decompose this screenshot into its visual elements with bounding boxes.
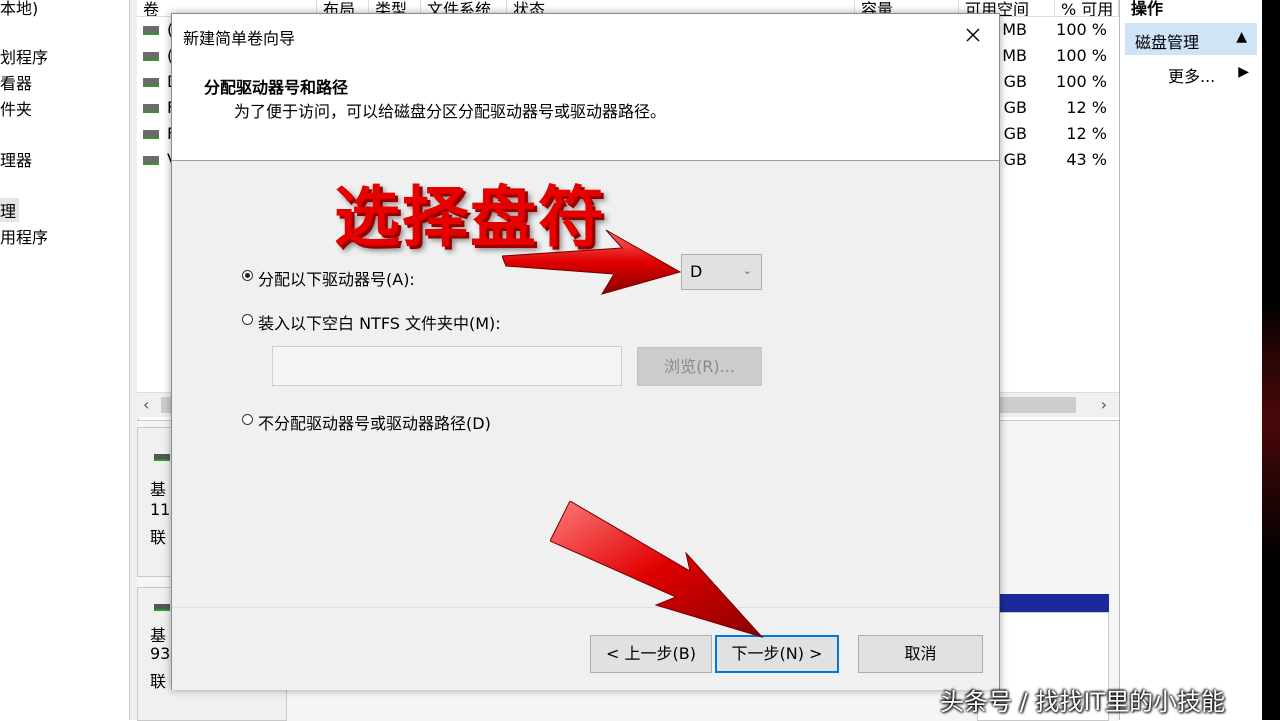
disk-0-size: 11 — [150, 500, 171, 519]
volume-free: MB — [1002, 20, 1027, 39]
drive-icon — [143, 104, 159, 113]
option-mount-folder-label: 装入以下空白 NTFS 文件夹中(M): — [258, 314, 501, 333]
actions-section-label: 磁盘管理 — [1135, 33, 1200, 52]
radio-mount-folder[interactable] — [242, 314, 253, 325]
nav-item-shared-folders[interactable]: 件夹 — [0, 96, 32, 120]
actions-section-disk-management[interactable]: 磁盘管理 ▲ — [1125, 23, 1257, 55]
nav-item-event-viewer[interactable]: 看器 — [0, 70, 32, 94]
drive-icon — [143, 52, 159, 61]
scroll-right-icon[interactable]: › — [1101, 395, 1107, 414]
background-strip — [1262, 0, 1280, 720]
disk-1-status: 联 — [150, 672, 167, 691]
drive-letter-value: D — [690, 262, 703, 281]
disk-0-type: 基 — [150, 480, 167, 499]
disk-0-status: 联 — [150, 528, 167, 547]
close-button[interactable] — [953, 18, 993, 54]
volume-pct: 100 % — [1056, 20, 1107, 39]
nav-item-disk-management[interactable]: 理 — [0, 198, 20, 222]
submenu-arrow-icon[interactable]: ▶ — [1238, 64, 1249, 80]
navigation-pane: 本地) 划程序 看器 件夹 理器 理 用程序 — [0, 0, 130, 720]
folder-path-input[interactable] — [272, 346, 622, 386]
drive-icon — [143, 78, 159, 87]
option-assign-letter-label: 分配以下驱动器号(A): — [258, 270, 415, 289]
wizard-step-description: 为了便于访问，可以给磁盘分区分配驱动器号或驱动器路径。 — [234, 102, 667, 121]
browse-button[interactable]: 浏览(R)... — [637, 347, 762, 386]
volume-pct: 100 % — [1056, 46, 1107, 65]
radio-no-letter[interactable] — [242, 414, 253, 425]
dialog-titlebar[interactable]: 新建简单卷向导 — [172, 14, 999, 58]
nav-item-local[interactable]: 本地) — [0, 0, 38, 19]
wizard-header: 分配驱动器号和路径 为了便于访问，可以给磁盘分区分配驱动器号或驱动器路径。 — [172, 58, 999, 161]
volume-free: MB — [1002, 46, 1027, 65]
more-actions-link[interactable]: 更多... — [1168, 63, 1215, 87]
watermark-text: 头条号 / 找找IT里的小技能 — [940, 688, 1226, 716]
nav-item-services-apps[interactable]: 用程序 — [0, 224, 48, 248]
annotation-arrow-icon — [502, 229, 682, 295]
close-icon — [966, 28, 980, 42]
dialog-title: 新建简单卷向导 — [183, 29, 296, 48]
drive-icon — [143, 156, 159, 165]
volume-pct: 43 % — [1066, 150, 1107, 169]
cancel-button[interactable]: 取消 — [858, 635, 983, 673]
actions-pane: 操作 磁盘管理 ▲ 更多... ▶ — [1119, 0, 1263, 720]
option-no-letter-label: 不分配驱动器号或驱动器路径(D) — [258, 414, 491, 433]
volume-pct: 100 % — [1056, 72, 1107, 91]
volume-free: GB — [1003, 124, 1027, 143]
wizard-step-title: 分配驱动器号和路径 — [204, 78, 349, 97]
disk-1-type: 基 — [150, 626, 167, 645]
annotation-arrow-icon — [550, 501, 764, 638]
col-percent-free[interactable]: % 可用 — [1055, 0, 1119, 16]
volume-pct: 12 % — [1066, 98, 1107, 117]
disk-1-size: 93 — [150, 644, 171, 663]
drive-icon — [143, 26, 159, 35]
nav-item-device-manager[interactable]: 理器 — [0, 147, 32, 171]
chevron-down-icon: ⌄ — [742, 264, 752, 277]
nav-item-task-scheduler[interactable]: 划程序 — [0, 44, 48, 68]
new-simple-volume-wizard: 新建简单卷向导 分配驱动器号和路径 为了便于访问，可以给磁盘分区分配驱动器号或驱… — [171, 13, 1000, 690]
actions-title: 操作 — [1131, 0, 1164, 18]
volume-pct: 12 % — [1066, 124, 1107, 143]
disk-icon — [154, 604, 170, 611]
disk-icon — [154, 454, 170, 461]
collapse-up-icon[interactable]: ▲ — [1236, 29, 1247, 45]
radio-assign-letter[interactable] — [242, 270, 253, 281]
drive-icon — [143, 130, 159, 139]
volume-free: GB — [1003, 98, 1027, 117]
scroll-left-icon[interactable]: ‹ — [143, 395, 149, 414]
drive-letter-select[interactable]: D ⌄ — [681, 254, 762, 290]
